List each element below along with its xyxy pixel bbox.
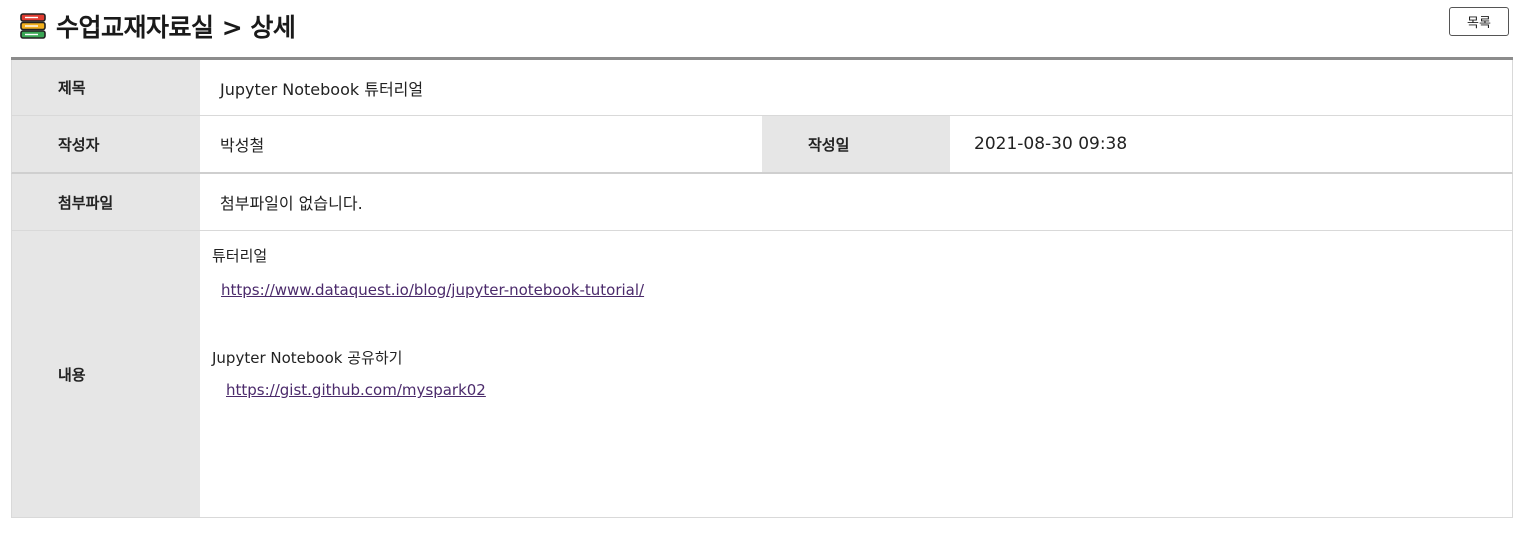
dataquest-tutorial-link[interactable]: https://www.dataquest.io/blog/jupyter-no…: [221, 281, 644, 299]
content-text-line: Jupyter Notebook 공유하기: [212, 349, 403, 367]
page-header: 수업교재자료실 > 상세: [18, 6, 296, 46]
page-title: 수업교재자료실 > 상세: [56, 13, 296, 42]
attachment-value: 첨부파일이 없습니다.: [220, 194, 363, 213]
content-label: 내용: [12, 231, 200, 517]
content-row: 내용 튜터리얼 https://www.dataquest.io/blog/ju…: [11, 231, 1513, 518]
detail-table: 제목 Jupyter Notebook 튜터리얼 작성자 박성철 작성일 202…: [11, 57, 1513, 518]
page: 수업교재자료실 > 상세 목록 제목 Jupyter Notebook 튜터리얼…: [0, 0, 1528, 536]
date-label: 작성일: [762, 116, 950, 172]
author-row: 작성자 박성철 작성일 2021-08-30 09:38: [11, 116, 1513, 174]
content-body: 튜터리얼 https://www.dataquest.io/blog/jupyt…: [200, 231, 1512, 517]
gist-link[interactable]: https://gist.github.com/myspark02: [226, 381, 486, 399]
title-row: 제목 Jupyter Notebook 튜터리얼: [11, 60, 1513, 116]
title-value: Jupyter Notebook 튜터리얼: [220, 79, 424, 99]
list-button[interactable]: 목록: [1449, 7, 1509, 36]
author-value: 박성철: [220, 136, 265, 155]
title-label: 제목: [12, 60, 200, 115]
content-text-line: 튜터리얼: [212, 247, 268, 265]
date-value: 2021-08-30 09:38: [974, 134, 1128, 154]
stacked-books-icon: [18, 11, 48, 41]
author-label: 작성자: [12, 116, 200, 172]
attachment-row: 첨부파일 첨부파일이 없습니다.: [11, 174, 1513, 231]
attachment-label: 첨부파일: [12, 174, 200, 230]
